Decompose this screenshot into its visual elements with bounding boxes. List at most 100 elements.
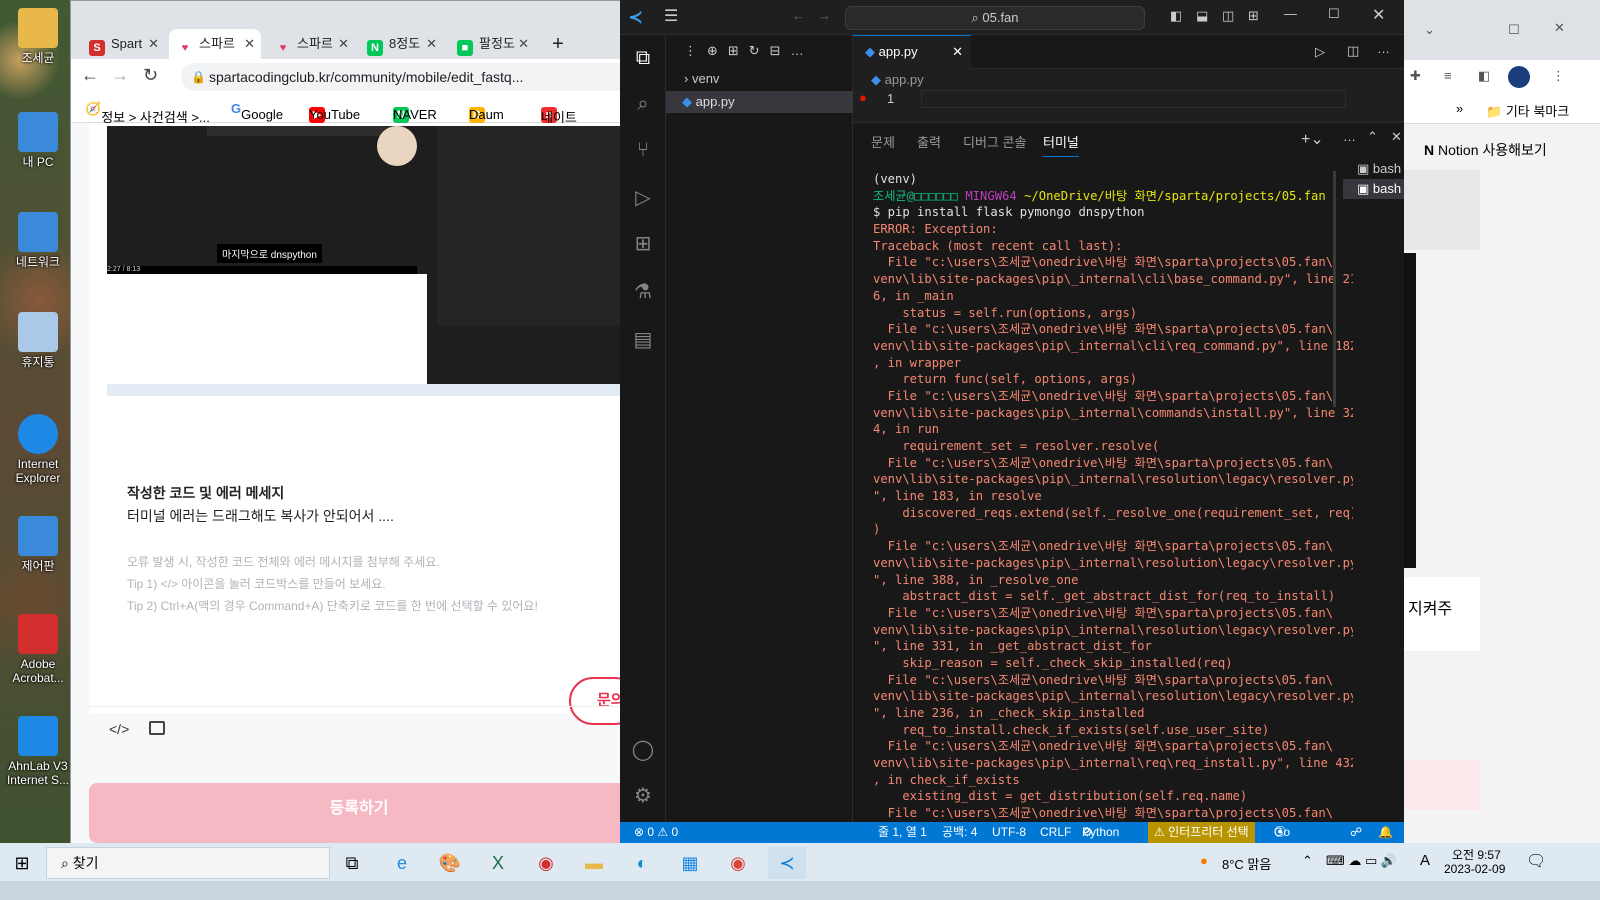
close-icon[interactable]: ✕ (518, 29, 529, 59)
panel-tab-debug[interactable]: 디버그 콘솔 (963, 132, 1026, 151)
desktop-icon-acrobat[interactable]: Adobe Acrobat... (4, 614, 72, 685)
post-body[interactable]: 터미널 에러는 드래그해도 복사가 안되어서 .... (127, 506, 394, 526)
editor-area[interactable]: ◆ app.py ● 1 (853, 69, 1404, 122)
extensions-icon[interactable]: ⊞ (630, 231, 656, 257)
chevron-down-icon[interactable]: ⌄ (1424, 22, 1435, 38)
testing-icon[interactable]: ⚗ (630, 279, 656, 305)
back-arrow-icon[interactable]: ← (81, 65, 99, 86)
hancom-icon[interactable]: ▦ (674, 847, 706, 879)
desktop-icon-recycle[interactable]: 휴지통 (4, 312, 72, 369)
terminal-output[interactable]: (venv) 조세균@□□□□□□ MINGW64 ~/OneDrive/바탕 화… (873, 171, 1353, 823)
internet-explorer-icon[interactable]: e (386, 847, 418, 879)
sidebar-icon[interactable]: ◧ (1478, 68, 1490, 84)
breakpoint-icon[interactable]: ● (859, 90, 867, 105)
browser-tab[interactable]: N 8정도 ✕ (359, 29, 443, 59)
desktop-icon-network[interactable]: 네트워크 (4, 212, 72, 269)
run-debug-icon[interactable]: ▷ (630, 185, 656, 211)
tree-item-folder[interactable]: › venv (684, 71, 719, 86)
paint-icon[interactable]: 🎨 (434, 847, 466, 879)
close-icon[interactable]: ✕ (426, 29, 437, 59)
source-control-icon[interactable]: ⑂ (630, 137, 656, 163)
file-explorer-icon[interactable]: ▬ (578, 847, 610, 879)
close-icon[interactable]: ✕ (338, 29, 349, 59)
command-center-search[interactable]: ⌕ 05.fan (845, 6, 1145, 30)
minimize-icon[interactable]: — (1284, 6, 1297, 21)
forward-arrow-icon[interactable]: → (111, 65, 129, 86)
layout-split-icon[interactable]: ◫ (1222, 8, 1234, 24)
layout-custom-icon[interactable]: ⊞ (1248, 8, 1259, 24)
media-icon[interactable]: ≡ (1444, 68, 1452, 83)
run-icon[interactable]: ▷ (1315, 44, 1325, 60)
terminal-list-item[interactable]: ▣ bash (1343, 179, 1404, 199)
end-of-line[interactable]: CRLF (1040, 822, 1071, 843)
notifications-icon[interactable]: 🗨 (1526, 851, 1546, 871)
remote-explorer-icon[interactable]: ▤ (630, 327, 656, 353)
new-terminal-icon[interactable]: +⌄ (1301, 129, 1324, 149)
close-icon[interactable]: ✕ (148, 29, 159, 59)
more-icon[interactable]: ⋮ (1552, 68, 1565, 84)
breadcrumb[interactable]: ◆ app.py (871, 72, 924, 88)
desktop-icon-ahnlab[interactable]: AhnLab V3 Internet S... (4, 716, 72, 787)
ime-indicator[interactable]: A (1420, 852, 1430, 869)
bookmark-folder[interactable]: 📁 기타 북마크 (1486, 101, 1569, 120)
image-upload-icon[interactable] (149, 721, 165, 735)
browser-tab-active[interactable]: ♥ 스파르 ✕ (169, 29, 261, 59)
search-box[interactable]: ⌕ 찾기 (46, 847, 330, 879)
close-icon[interactable]: ✕ (1372, 5, 1385, 25)
more-actions-icon[interactable]: … (1343, 129, 1356, 144)
task-view-icon[interactable]: ⧉ (336, 847, 368, 879)
browser-tab[interactable]: ♥ 스파르 ✕ (267, 29, 355, 59)
layout-sidebar-icon[interactable]: ◧ (1170, 8, 1182, 24)
tray-icons[interactable]: ⌨ ☁ ▭ 🔊 (1326, 853, 1397, 869)
url-input[interactable]: 🔒 spartacodingclub.kr/community/mobile/ed… (181, 63, 641, 91)
video-controls[interactable]: 2:27 / 8:13 (107, 266, 417, 274)
menu-icon[interactable]: ☰ (664, 6, 678, 26)
explorer-toolbar-icons[interactable]: ⋮⊕⊞↻⊟… (684, 43, 814, 59)
browser-tab[interactable]: S Spart ✕ (81, 29, 165, 59)
excel-icon[interactable]: X (482, 847, 514, 879)
clock-time[interactable]: 오전 9:57 (1452, 846, 1501, 863)
bookmark-item[interactable]: G Google (231, 101, 283, 122)
pdf-icon[interactable]: ◉ (530, 847, 562, 879)
tray-chevron-icon[interactable]: ⌃ (1302, 853, 1313, 869)
feedback-icon[interactable]: ☍ (1350, 822, 1362, 843)
desktop-icon-user[interactable]: 조세균 (4, 8, 72, 65)
account-icon[interactable]: ◯ (630, 737, 656, 763)
new-tab-button[interactable]: + (545, 29, 571, 59)
terminal-scrollbar[interactable] (1333, 171, 1336, 407)
chrome-icon[interactable]: ◉ (722, 847, 754, 879)
panel-tab-problems[interactable]: 문제 (871, 132, 895, 151)
vscode-taskbar-icon[interactable]: ≺ (768, 847, 806, 879)
submit-button[interactable]: 등록하기 (89, 783, 629, 843)
panel-tab-terminal[interactable]: 터미널 (1043, 132, 1079, 157)
indentation[interactable]: 공백: 4 (942, 822, 977, 843)
maximize-icon[interactable]: ☐ (1508, 22, 1520, 38)
desktop-icon-mypc[interactable]: 내 PC (4, 112, 72, 169)
weather-text[interactable]: 8°C 맑음 (1222, 854, 1271, 873)
problems-status[interactable]: ⊗ 0 ⚠ 0 (634, 822, 678, 843)
interpreter-select[interactable]: ⚠ 인터프리터 선택 (1148, 822, 1255, 843)
clock-date[interactable]: 2023-02-09 (1444, 862, 1505, 876)
desktop-icon-control[interactable]: 제어판 (4, 516, 72, 573)
reload-icon[interactable]: ↻ (143, 65, 158, 86)
split-editor-icon[interactable]: ◫ (1347, 43, 1359, 59)
desktop-icon-ie[interactable]: Internet Explorer (4, 414, 72, 485)
extensions-icon[interactable]: ✚ (1410, 68, 1421, 84)
more-actions-icon[interactable]: … (1377, 41, 1390, 56)
chevron-icon[interactable]: » (1456, 101, 1463, 116)
maximize-panel-icon[interactable]: ⌃ (1367, 129, 1378, 145)
notifications-bell-icon[interactable]: 🔔 (1378, 822, 1393, 843)
avatar[interactable] (1508, 66, 1530, 88)
close-icon[interactable]: ✕ (244, 29, 255, 59)
layout-panel-icon[interactable]: ⬓ (1196, 8, 1208, 24)
bookmark-item[interactable]: 🧭 정보 > 사건검색 >... (85, 101, 210, 125)
search-icon[interactable]: ⌕ (630, 91, 656, 117)
maximize-icon[interactable]: ☐ (1328, 6, 1340, 22)
terminal-list-item[interactable]: ▣ bash (1343, 159, 1404, 179)
code-block-icon[interactable]: </> (109, 721, 129, 737)
back-arrow-icon[interactable]: ← (792, 8, 805, 23)
encoding[interactable]: UTF-8 (992, 822, 1026, 843)
edge-icon[interactable]: ◐ (626, 847, 658, 879)
windows-start-icon[interactable]: ⊞ (6, 847, 38, 879)
explorer-icon[interactable]: ⧉ (630, 45, 656, 71)
